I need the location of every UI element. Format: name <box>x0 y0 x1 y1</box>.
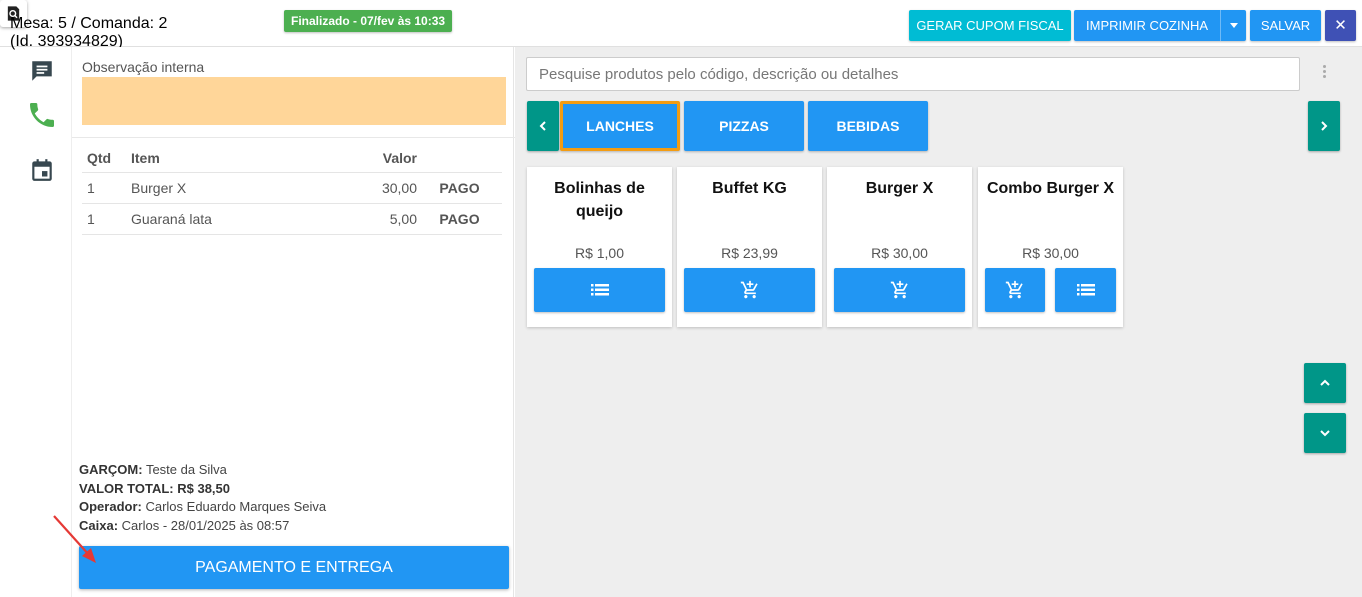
scroll-up-button[interactable] <box>1304 363 1346 403</box>
list-icon <box>590 284 609 296</box>
row-qtd: 1 <box>82 203 131 235</box>
add-cart-icon <box>890 280 908 299</box>
categories-next-button[interactable] <box>1308 101 1340 151</box>
product-area: LANCHES PIZZAS BEBIDAS Bolinhas de queij… <box>515 47 1362 597</box>
divider <box>72 137 515 138</box>
order-items-table: Qtd Item Valor 1 Burger X 30,00 PAGO 1 G… <box>82 145 502 235</box>
payment-delivery-button[interactable]: PAGAMENTO E ENTREGA <box>79 546 509 589</box>
order-panel: Observação interna Qtd Item Valor 1 Burg… <box>53 47 515 597</box>
product-name: Combo Burger X <box>986 180 1115 197</box>
cashier-line: Caixa: Carlos - 28/01/2025 às 08:57 <box>79 517 326 536</box>
chevron-up-icon <box>1320 379 1330 386</box>
total-label: VALOR TOTAL: <box>79 480 174 496</box>
internal-note-field[interactable] <box>82 77 506 125</box>
add-to-cart-button[interactable] <box>684 268 815 312</box>
product-search-input[interactable] <box>526 57 1300 91</box>
print-kitchen-label: IMPRIMIR COZINHA <box>1086 18 1209 33</box>
order-info: GARÇOM: Teste da Silva VALOR TOTAL: R$ 3… <box>79 461 326 535</box>
close-button[interactable]: ✕ <box>1325 10 1356 41</box>
row-item: Burger X <box>131 172 331 204</box>
generate-fiscal-receipt-button[interactable]: GERAR CUPOM FISCAL <box>909 10 1071 41</box>
scroll-down-button[interactable] <box>1304 413 1346 453</box>
table-header-row: Qtd Item Valor <box>82 145 502 173</box>
product-card: Buffet KG R$ 23,99 <box>677 167 822 327</box>
product-price: R$ 30,00 <box>1022 245 1079 261</box>
product-card: Burger X R$ 30,00 <box>827 167 972 327</box>
total-value: R$ 38,50 <box>177 480 230 496</box>
product-name: Bolinhas de queijo <box>554 180 645 220</box>
header: Mesa: 5 / Comanda: 2 (Id. 393934829) Fin… <box>0 0 1362 50</box>
print-kitchen-dropdown-toggle[interactable] <box>1220 10 1246 41</box>
chat-icon[interactable] <box>29 58 55 84</box>
product-card: Bolinhas de queijo R$ 1,00 <box>527 167 672 327</box>
total-line: VALOR TOTAL: R$ 38,50 <box>79 480 326 499</box>
operator-value: Carlos Eduardo Marques Seiva <box>145 499 327 514</box>
header-item: Item <box>131 145 331 173</box>
category-tab-lanches[interactable]: LANCHES <box>560 101 680 151</box>
product-details-button[interactable] <box>1055 268 1116 312</box>
add-to-cart-button[interactable] <box>985 268 1045 312</box>
operator-line: Operador: Carlos Eduardo Marques Seiva <box>79 498 326 517</box>
product-name: Buffet KG <box>712 180 787 197</box>
row-status: PAGO <box>417 172 502 204</box>
row-qtd: 1 <box>82 172 131 204</box>
product-price: R$ 23,99 <box>721 245 778 261</box>
waiter-label: GARÇOM: <box>79 462 143 477</box>
annotation-arrow-icon <box>53 515 96 563</box>
table-title: Mesa: 5 / Comanda: 2 (Id. 393934829) <box>10 15 167 51</box>
waiter-value: Teste da Silva <box>145 462 227 477</box>
list-icon <box>1076 284 1095 296</box>
category-tab-pizzas[interactable]: PIZZAS <box>684 101 804 151</box>
product-price: R$ 1,00 <box>574 245 625 261</box>
header-status <box>417 145 502 173</box>
row-valor: 5,00 <box>331 203 417 235</box>
more-options-icon[interactable] <box>1323 65 1329 81</box>
chevron-left-icon <box>539 121 546 131</box>
cashier-value: Carlos - 28/01/2025 às 08:57 <box>121 517 290 533</box>
phone-icon[interactable] <box>26 99 58 131</box>
row-valor: 30,00 <box>331 172 417 204</box>
internal-note-label: Observação interna <box>82 59 205 75</box>
waiter-line: GARÇOM: Teste da Silva <box>79 461 326 480</box>
header-valor: Valor <box>331 145 417 173</box>
row-item: Guaraná lata <box>131 203 331 235</box>
product-card: Combo Burger X R$ 30,00 <box>978 167 1123 327</box>
category-tab-bebidas[interactable]: BEBIDAS <box>808 101 928 151</box>
header-qtd: Qtd <box>82 145 131 173</box>
chevron-right-icon <box>1321 121 1328 131</box>
chevron-down-icon <box>1320 430 1330 437</box>
product-details-button[interactable] <box>534 268 665 312</box>
save-button[interactable]: SALVAR <box>1250 10 1321 41</box>
status-badge: Finalizado - 07/fev às 10:33 <box>284 10 453 32</box>
table-row[interactable]: 1 Guaraná lata 5,00 PAGO <box>82 203 502 235</box>
add-cart-icon <box>1005 280 1023 299</box>
table-row[interactable]: 1 Burger X 30,00 PAGO <box>82 172 502 204</box>
product-price: R$ 30,00 <box>871 245 928 261</box>
mesa-comanda: Mesa: 5 / Comanda: 2 <box>10 15 168 32</box>
add-to-cart-button[interactable] <box>834 268 965 312</box>
add-cart-icon <box>740 280 758 299</box>
product-name: Burger X <box>865 180 934 197</box>
print-kitchen-button[interactable]: IMPRIMIR COZINHA <box>1074 10 1246 41</box>
categories-prev-button[interactable] <box>527 101 559 151</box>
row-status: PAGO <box>417 203 502 235</box>
calendar-icon[interactable] <box>29 157 55 183</box>
